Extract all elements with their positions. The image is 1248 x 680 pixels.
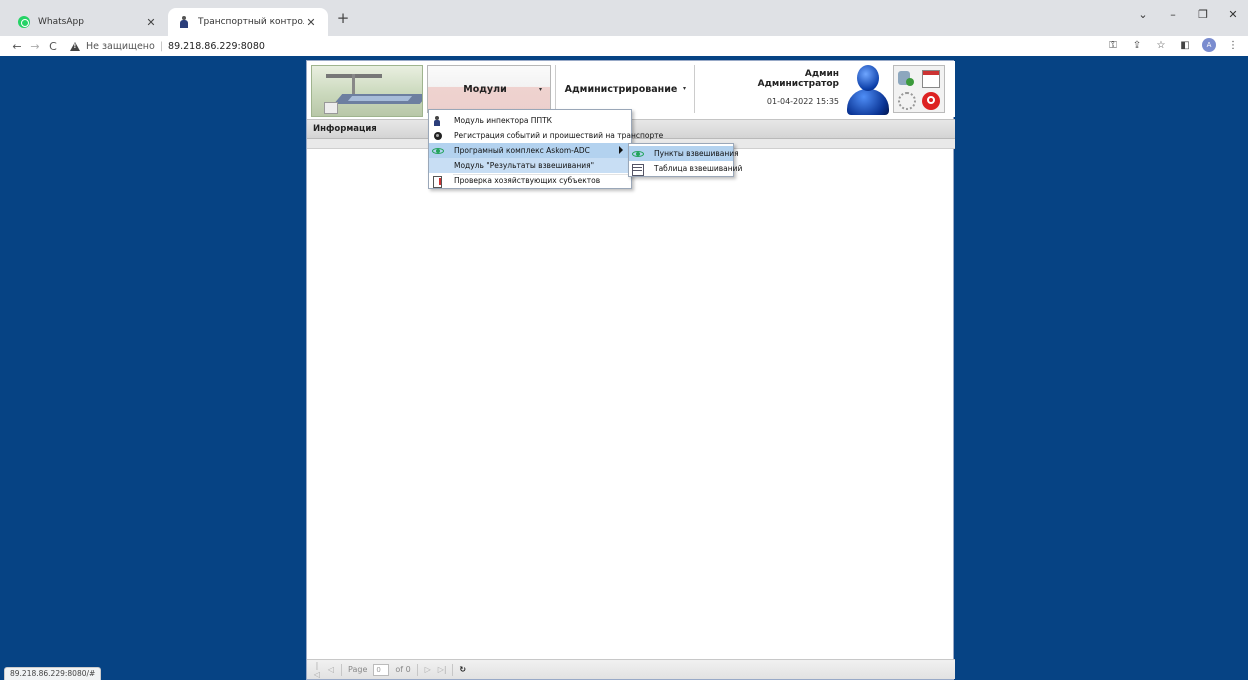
user-info: Админ Администратор xyxy=(747,69,839,89)
modules-dropdown-menu: Модуль инпектора ППТК Регистрация событи… xyxy=(428,109,663,189)
close-window-icon[interactable]: ✕ xyxy=(1226,8,1240,21)
menu-item-weighing-table[interactable]: Таблица взвешиваний xyxy=(629,161,742,176)
blank-icon xyxy=(431,161,445,171)
back-icon[interactable]: ← xyxy=(8,40,26,53)
inspector-icon xyxy=(431,115,445,126)
tab-title: Транспортный контроль xyxy=(198,17,304,27)
menu-item-label: Програмный комплекс Askom-ADC xyxy=(454,146,590,155)
info-panel-title: Информация xyxy=(313,124,377,134)
reload-icon[interactable]: C xyxy=(44,40,62,53)
first-page-icon[interactable]: |◁ xyxy=(313,661,321,679)
table-icon xyxy=(631,163,645,176)
menu-item-label: Модуль инпектора ППТК xyxy=(454,116,552,125)
eye-icon xyxy=(431,146,445,156)
modules-label: Модули xyxy=(463,83,507,95)
network-hosts-icon[interactable] xyxy=(898,70,916,88)
pager-separator xyxy=(416,663,418,676)
whatsapp-icon xyxy=(18,16,30,28)
tab-whatsapp[interactable]: WhatsApp ✕ xyxy=(8,8,168,36)
tab-close-icon[interactable]: ✕ xyxy=(144,16,158,29)
user-role: Администратор xyxy=(757,79,839,89)
tab-title: WhatsApp xyxy=(38,17,84,27)
menu-item-inspector-module[interactable]: Модуль инпектора ППТК xyxy=(429,113,631,128)
eye-icon xyxy=(631,149,645,159)
key-icon[interactable]: ⚿ xyxy=(1106,40,1120,51)
avatar-body xyxy=(847,89,889,115)
address-separator: | xyxy=(159,40,164,52)
logo-scale-platform xyxy=(347,96,413,101)
pager-separator xyxy=(341,663,342,676)
paging-toolbar: |◁ ◁ Page 0 of 0 ▷ ▷| ↻ xyxy=(307,659,955,679)
tool-panel xyxy=(893,65,945,113)
page-number-input[interactable]: 0 xyxy=(373,663,390,676)
pager-separator xyxy=(451,663,453,676)
logo-image xyxy=(311,65,423,117)
tab-transport-control[interactable]: Транспортный контроль ✕ xyxy=(168,8,328,36)
menu-item-label: Регистрация событий и проишествий на тра… xyxy=(454,131,664,140)
menu-item-label: Проверка хозяйствующих субъектов xyxy=(454,176,601,185)
tab-close-icon[interactable]: ✕ xyxy=(304,16,318,29)
logout-icon[interactable] xyxy=(922,92,940,110)
current-datetime: 01-04-2022 15:35 xyxy=(766,97,839,106)
menu-item-label: Таблица взвешиваний xyxy=(654,164,743,173)
administration-menu-button[interactable]: Администрирование ▾ xyxy=(555,65,695,113)
restore-icon[interactable]: ❐ xyxy=(1196,8,1210,21)
calendar-icon[interactable] xyxy=(922,70,940,88)
settings-icon[interactable] xyxy=(898,92,916,110)
menu-item-askom-adc[interactable]: Програмный комплекс Askom-ADC xyxy=(429,143,631,158)
link-status-bubble: 89.218.86.229:8080/# xyxy=(4,667,102,680)
menu-item-label: Пункты взвешивания xyxy=(654,149,739,158)
share-icon[interactable]: ⇪ xyxy=(1130,40,1144,51)
minimize-icon[interactable]: – xyxy=(1166,8,1180,21)
window-controls: ⌄ – ❐ ✕ xyxy=(1136,8,1240,21)
events-icon xyxy=(431,131,445,141)
sidebar-icon[interactable]: ◧ xyxy=(1178,40,1192,51)
forward-icon[interactable]: → xyxy=(26,40,44,53)
modules-menu-button[interactable]: Модули ▾ xyxy=(427,65,551,113)
warning-icon xyxy=(70,41,80,51)
avatar-head xyxy=(857,65,879,91)
last-page-icon[interactable]: ▷| xyxy=(438,665,447,674)
menu-item-business-check[interactable]: Проверка хозяйствующих субъектов xyxy=(429,173,631,188)
menu-icon[interactable]: ⋮ xyxy=(1226,40,1240,51)
toolbar-actions: ⚿ ⇪ ☆ ◧ A ⋮ xyxy=(1106,38,1240,52)
menu-item-weighing-results[interactable]: Модуль "Результаты взвешивания" xyxy=(429,158,631,173)
user-name: Админ xyxy=(804,69,839,79)
menu-item-label: Модуль "Результаты взвешивания" xyxy=(454,161,595,170)
chevron-down-icon: ▾ xyxy=(682,85,686,92)
menu-item-event-registration[interactable]: Регистрация событий и проишествий на тра… xyxy=(429,128,663,143)
page-count: of 0 xyxy=(395,665,411,674)
tab-search-icon[interactable]: ⌄ xyxy=(1136,8,1150,21)
askom-adc-submenu: Пункты взвешивания Таблица взвешиваний xyxy=(628,143,742,177)
inspector-favicon-icon xyxy=(178,16,190,28)
user-avatar-icon xyxy=(845,65,891,117)
star-icon[interactable]: ☆ xyxy=(1154,40,1168,51)
security-label: Не защищено xyxy=(86,40,155,52)
prev-page-icon[interactable]: ◁ xyxy=(327,665,335,674)
logo-booth xyxy=(324,102,338,114)
browser-toolbar: ← → C Не защищено | 89.218.86.229:8080 ⚿… xyxy=(0,36,1248,56)
profile-avatar[interactable]: A xyxy=(1202,38,1216,52)
menu-item-weighing-points[interactable]: Пункты взвешивания xyxy=(629,146,739,161)
submenu-arrow-icon xyxy=(619,146,623,154)
page-label: Page xyxy=(348,665,368,674)
url-text: 89.218.86.229:8080 xyxy=(168,40,265,52)
new-tab-button[interactable]: + xyxy=(334,9,352,27)
check-icon xyxy=(431,175,445,188)
refresh-icon[interactable]: ↻ xyxy=(459,665,467,674)
next-page-icon[interactable]: ▷ xyxy=(424,665,432,674)
chevron-down-icon: ▾ xyxy=(538,86,542,93)
administration-label: Администрирование xyxy=(564,83,678,95)
browser-tabstrip: WhatsApp ✕ Транспортный контроль ✕ + ⌄ –… xyxy=(0,0,1248,36)
address-bar[interactable]: Не защищено | 89.218.86.229:8080 xyxy=(70,41,265,52)
